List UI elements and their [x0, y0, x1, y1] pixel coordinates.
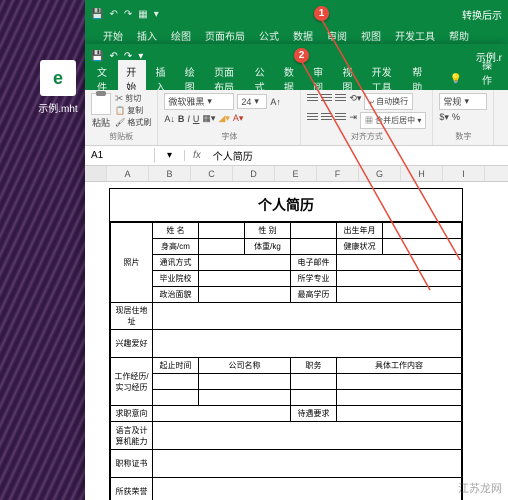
table-row: 语言及计算机能力 — [111, 422, 462, 450]
qat-icon[interactable]: ▦ — [138, 9, 147, 20]
w1-tab-review[interactable]: 审阅 — [327, 28, 347, 44]
table-row: 通讯方式电子邮件 — [111, 255, 462, 271]
bold-button[interactable]: B — [178, 114, 185, 124]
font-name-select[interactable]: 微软雅黑▾ — [164, 93, 234, 110]
save-icon[interactable]: 💾 — [91, 9, 103, 20]
ie-icon: e — [40, 60, 76, 96]
desktop-file-icon[interactable]: e 示例.mht — [33, 60, 83, 115]
window2: 💾 ↶ ↷ ▾ 示例.r 文件 开始 插入 绘图 页面布局 公式 数据 审阅 视… — [85, 44, 508, 500]
col-G[interactable]: G — [359, 166, 401, 181]
w1-tab-data[interactable]: 数据 — [293, 28, 313, 44]
decrease-font-icon[interactable]: A↓ — [164, 114, 175, 124]
percent-icon[interactable]: % — [452, 112, 460, 123]
callout-1: 1 — [314, 6, 329, 21]
w1-tab-layout[interactable]: 页面布局 — [205, 28, 245, 44]
table-row: 现居住地址 — [111, 303, 462, 330]
fx-icon[interactable]: fx — [185, 150, 209, 161]
col-H[interactable]: H — [401, 166, 443, 181]
font-label: 字体 — [164, 131, 294, 142]
clipboard-label: 剪贴板 — [91, 131, 151, 142]
font-size-select[interactable]: 24▾ — [237, 94, 267, 109]
col-B[interactable]: B — [149, 166, 191, 181]
col-C[interactable]: C — [191, 166, 233, 181]
name-box[interactable]: A1 — [85, 148, 155, 163]
ribbon-font: 微软雅黑▾ 24▾ A↑ A↓ B I U ▦▾ ◢▾ A▾ 字体 — [158, 90, 301, 145]
increase-font-icon[interactable]: A↑ — [270, 97, 281, 107]
table-row: 照片 姓 名 性 别 出生年月 — [111, 223, 462, 239]
window1-titlebar: 💾 ↶ ↷ ▦ ▾ 转换后示 — [85, 0, 508, 28]
w1-tab-help[interactable]: 帮助 — [449, 28, 469, 44]
align-right-icon[interactable] — [335, 112, 346, 121]
table-row: 政治面貌最高学历 — [111, 287, 462, 303]
table-row: 职称证书 — [111, 450, 462, 478]
alignment-label: 对齐方式 — [307, 131, 426, 142]
window1-title: 转换后示 — [462, 7, 502, 22]
w1-tab-view[interactable]: 视图 — [361, 28, 381, 44]
col-D[interactable]: D — [233, 166, 275, 181]
col-E[interactable]: E — [275, 166, 317, 181]
window1-ribbon-tabs: 开始 插入 绘图 页面布局 公式 数据 审阅 视图 开发工具 帮助 — [85, 28, 508, 44]
col-F[interactable]: F — [317, 166, 359, 181]
wrap-text-button[interactable]: ⤶ 自动换行 — [364, 93, 413, 110]
currency-icon[interactable]: $▾ — [439, 112, 449, 123]
table-row: 身高/cm体重/kg健康状况 — [111, 239, 462, 255]
table-row: 工作经历/ 实习经历起止时间公司名称职务具体工作内容 — [111, 358, 462, 374]
w1-tab-insert[interactable]: 插入 — [137, 28, 157, 44]
table-row: 毕业院校所学专业 — [111, 271, 462, 287]
worksheet[interactable]: A B C D E F G H I 个人简历 照片 姓 名 性 别 出生年月 身… — [85, 166, 508, 500]
redo-icon[interactable]: ↷ — [124, 9, 132, 20]
formula-input[interactable]: 个人简历 — [209, 148, 257, 163]
underline-button[interactable]: U — [193, 114, 200, 124]
w1-tab-formulas[interactable]: 公式 — [259, 28, 279, 44]
italic-button[interactable]: I — [187, 114, 190, 124]
w1-tab-draw[interactable]: 绘图 — [171, 28, 191, 44]
qat-more-icon[interactable]: ▾ — [154, 9, 159, 20]
ribbon-clipboard: 粘贴 ✂ 剪切 📋 复制 🖌 格式刷 剪贴板 — [85, 90, 158, 145]
resume-title: 个人简历 — [110, 189, 462, 222]
border-button[interactable]: ▦▾ — [202, 113, 215, 124]
table-row — [111, 374, 462, 390]
col-I[interactable]: I — [443, 166, 485, 181]
undo-icon[interactable]: ↶ — [109, 9, 117, 20]
watermark: 江苏龙网 — [458, 480, 502, 496]
indent-icon[interactable]: ⇥ — [349, 112, 357, 129]
table-row — [111, 390, 462, 406]
align-center-icon[interactable] — [321, 112, 332, 121]
callout-2: 2 — [294, 48, 309, 63]
resume-document: 个人简历 照片 姓 名 性 别 出生年月 身高/cm体重/kg健康状况 通讯方式… — [109, 188, 463, 500]
table-row: 求职意向待遇要求 — [111, 406, 462, 422]
format-painter-button[interactable]: 🖌 格式刷 — [115, 117, 151, 128]
col-A[interactable]: A — [107, 166, 149, 181]
formula-bar: A1 ▾ fx 个人简历 — [85, 146, 508, 166]
fill-color-button[interactable]: ◢▾ — [218, 113, 229, 124]
column-headers: A B C D E F G H I — [85, 166, 508, 182]
window2-ribbon-tabs: 文件 开始 插入 绘图 页面布局 公式 数据 审阅 视图 开发工具 帮助 💡操作… — [85, 68, 508, 90]
font-color-button[interactable]: A▾ — [233, 113, 244, 124]
desktop-file-label: 示例.mht — [33, 100, 83, 115]
orientation-icon[interactable]: ⟲▾ — [349, 93, 361, 110]
cut-button[interactable]: ✂ 剪切 — [115, 93, 151, 104]
number-format-select[interactable]: 常规▾ — [439, 93, 487, 110]
ribbon-alignment: ⟲▾ ⤶ 自动换行 ⇥ ▦ 合并后居中 ▾ 对齐方式 — [301, 90, 433, 145]
w1-tab-dev[interactable]: 开发工具 — [395, 28, 435, 44]
ribbon: 粘贴 ✂ 剪切 📋 复制 🖌 格式刷 剪贴板 微软雅黑▾ 24▾ A↑ A↓ B… — [85, 90, 508, 146]
paste-button[interactable]: 粘贴 — [91, 93, 111, 129]
paste-icon — [91, 93, 111, 115]
align-top-icon[interactable] — [307, 93, 318, 102]
align-left-icon[interactable] — [307, 112, 318, 121]
align-middle-icon[interactable] — [321, 93, 332, 102]
merge-center-button[interactable]: ▦ 合并后居中 ▾ — [360, 112, 426, 129]
ribbon-number: 常规▾ $▾ % 数字 — [433, 90, 494, 145]
table-row: 所获荣誉 — [111, 478, 462, 500]
table-row: 兴趣爱好 — [111, 330, 462, 358]
select-all-corner[interactable] — [85, 166, 107, 181]
number-label: 数字 — [439, 131, 487, 142]
align-bottom-icon[interactable] — [335, 93, 346, 102]
copy-button[interactable]: 📋 复制 — [115, 105, 151, 116]
w1-tab-home[interactable]: 开始 — [103, 28, 123, 44]
